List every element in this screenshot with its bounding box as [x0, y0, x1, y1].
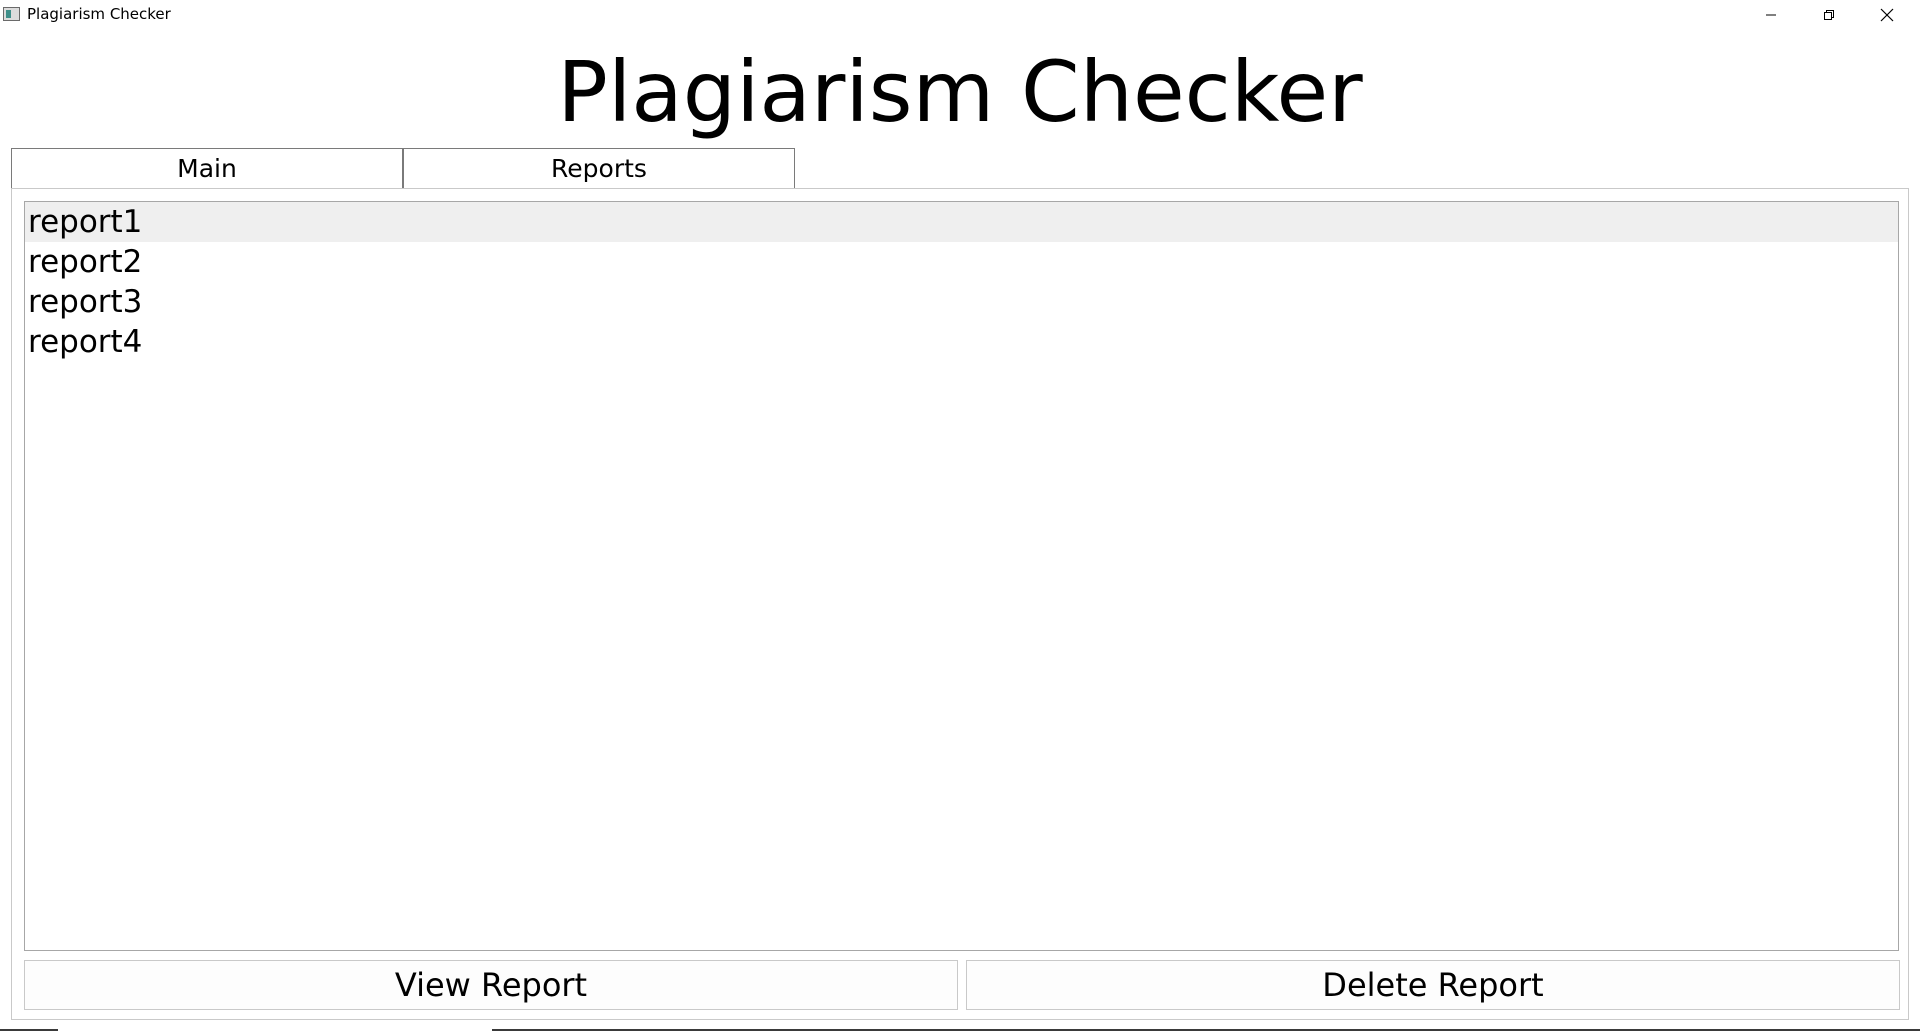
window-title: Plagiarism Checker — [27, 5, 171, 23]
view-report-button[interactable]: View Report — [24, 960, 958, 1010]
tab-main[interactable]: Main — [11, 148, 403, 189]
close-button[interactable] — [1858, 0, 1916, 30]
minimize-button[interactable] — [1742, 0, 1800, 30]
list-item[interactable]: report3 — [25, 282, 1898, 322]
app-icon — [3, 7, 20, 21]
reports-list[interactable]: report1 report2 report3 report4 — [24, 201, 1899, 951]
list-item[interactable]: report2 — [25, 242, 1898, 282]
minimize-icon — [1766, 14, 1776, 16]
tab-reports[interactable]: Reports — [403, 148, 795, 190]
list-item[interactable]: report1 — [25, 202, 1898, 242]
app-window: Plagiarism Checker Plagiarism Checker Ma… — [0, 0, 1920, 1031]
restore-button[interactable] — [1800, 0, 1858, 30]
restore-icon — [1824, 10, 1834, 20]
title-bar: Plagiarism Checker — [0, 0, 1920, 30]
close-icon — [1880, 8, 1894, 22]
page-title: Plagiarism Checker — [557, 43, 1363, 141]
delete-report-button[interactable]: Delete Report — [966, 960, 1900, 1010]
list-item[interactable]: report4 — [25, 322, 1898, 362]
